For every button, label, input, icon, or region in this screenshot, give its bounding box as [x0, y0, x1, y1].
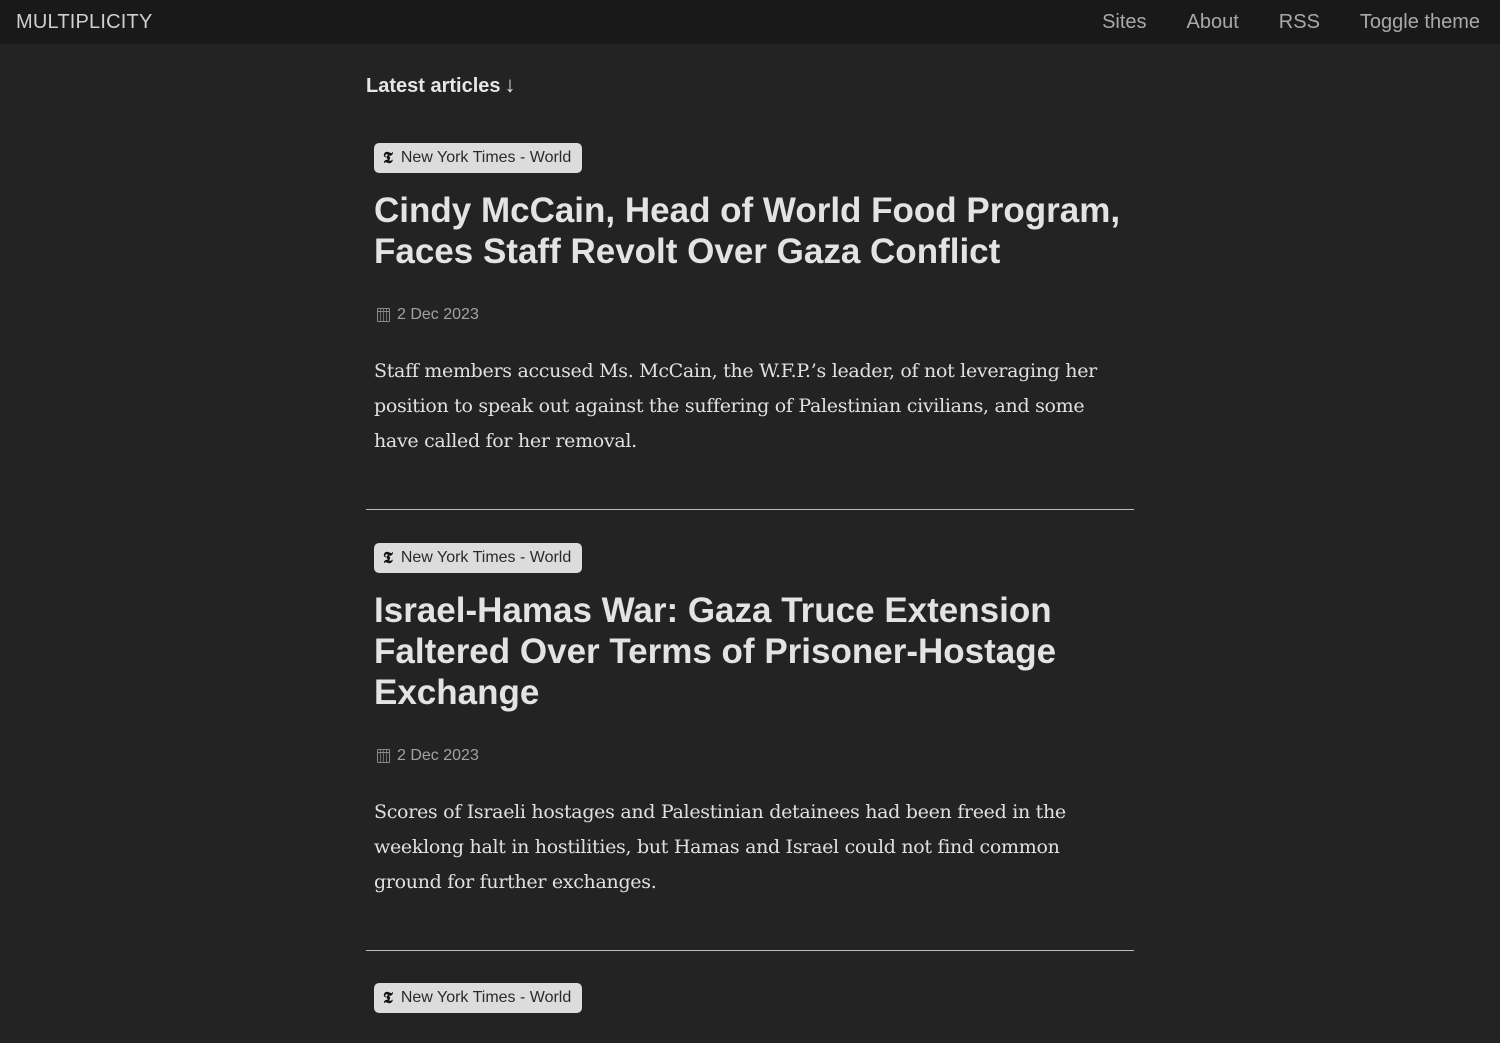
nav-about-link[interactable]: About	[1187, 11, 1239, 34]
calendar-icon	[377, 308, 390, 322]
source-badge[interactable]: 𝕿 New York Times - World	[374, 543, 583, 573]
latest-articles-heading: Latest articles ↓	[366, 72, 516, 98]
article-title-link[interactable]: Cindy McCain, Head of World Food Program…	[374, 190, 1126, 272]
arrow-down-icon: ↓	[504, 72, 516, 97]
article-summary: Staff members accused Ms. McCain, the W.…	[374, 360, 1097, 452]
source-badge[interactable]: 𝕿 New York Times - World	[374, 143, 583, 173]
source-label: New York Times - World	[400, 549, 572, 566]
article-title-link[interactable]: Israel-Hamas War: Gaza Truce Extension F…	[374, 590, 1126, 713]
source-badge[interactable]: 𝕿 New York Times - World	[374, 983, 583, 1013]
top-navbar: MULTIPLICITY Sites About RSS Toggle them…	[0, 0, 1500, 44]
nyt-logo-icon: 𝕿	[383, 548, 393, 567]
article-card: 𝕿 New York Times - World Israel-Hamas Wa…	[366, 543, 1134, 951]
nav-sites-link[interactable]: Sites	[1102, 11, 1146, 34]
nyt-logo-icon: 𝕿	[383, 148, 393, 167]
article-card: 𝕿 New York Times - World	[366, 983, 1134, 1043]
calendar-icon	[377, 749, 390, 763]
nyt-logo-icon: 𝕿	[383, 988, 393, 1007]
source-label: New York Times - World	[400, 149, 572, 166]
toggle-theme-button[interactable]: Toggle theme	[1360, 11, 1480, 34]
source-label: New York Times - World	[400, 989, 572, 1006]
article-card: 𝕿 New York Times - World Cindy McCain, H…	[366, 143, 1134, 510]
article-summary: Scores of Israeli hostages and Palestini…	[374, 801, 1066, 893]
site-brand-link[interactable]: MULTIPLICITY	[16, 11, 153, 34]
article-date: 2 Dec 2023	[374, 747, 1126, 765]
nav-rss-link[interactable]: RSS	[1279, 11, 1320, 34]
date-text: 2 Dec 2023	[397, 747, 479, 764]
main-nav: Sites About RSS Toggle theme	[1062, 11, 1480, 34]
article-date: 2 Dec 2023	[374, 306, 1126, 324]
heading-text: Latest articles	[366, 75, 501, 97]
date-text: 2 Dec 2023	[397, 306, 479, 323]
